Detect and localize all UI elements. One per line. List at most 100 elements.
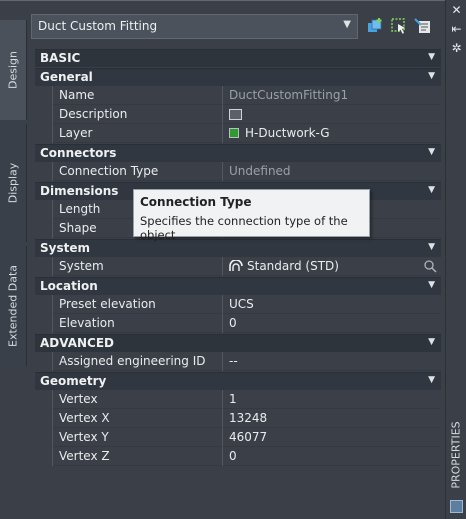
property-value-description[interactable] [222, 105, 441, 124]
row-gutter [35, 162, 52, 181]
property-row-connection-type: Connection Type Undefined [35, 162, 441, 181]
chevron-down-icon: ▼ [343, 19, 351, 30]
category-advanced-label: ADVANCED [40, 336, 115, 350]
category-location-label: Location [40, 279, 98, 293]
property-label: System [52, 257, 222, 276]
category-connectors[interactable]: Connectors ▼ [35, 144, 441, 162]
row-gutter [35, 295, 52, 314]
palette-top-border [0, 0, 466, 1]
search-icon[interactable] [423, 259, 437, 273]
property-value-vertex-z[interactable]: 0 [222, 447, 441, 466]
object-type-dropdown[interactable]: Duct Custom Fitting ▼ [31, 14, 358, 39]
property-label: Assigned engineering ID [52, 352, 222, 371]
connection-type-tooltip: Connection Type Specifies the connection… [133, 189, 370, 242]
category-basic-label: BASIC [40, 51, 81, 65]
tooltip-description: Specifies the connection type of the obj… [140, 214, 348, 242]
property-label: Layer [52, 124, 222, 143]
chevron-down-icon: ▼ [428, 71, 435, 81]
category-general[interactable]: General ▼ [35, 68, 441, 86]
palette-icon[interactable] [450, 500, 463, 513]
field-icon[interactable] [229, 109, 242, 120]
property-row-engineering-id: Assigned engineering ID -- [35, 352, 441, 371]
property-row-elevation: Elevation 0 [35, 314, 441, 333]
property-value-vertex[interactable]: 1 [222, 390, 441, 409]
property-label: Vertex X [52, 409, 222, 428]
property-label: Elevation [52, 314, 222, 333]
properties-palette: Design Display Extended Data Duct Custom… [0, 0, 466, 519]
category-general-label: General [40, 70, 93, 84]
category-advanced[interactable]: ADVANCED ▼ [35, 334, 441, 352]
category-connectors-label: Connectors [40, 146, 117, 160]
chevron-down-icon: ▼ [428, 52, 435, 62]
property-label: Vertex [52, 390, 222, 409]
category-system-label: System [40, 241, 90, 255]
row-gutter [35, 447, 52, 466]
property-row-system: System Standard (STD) [35, 257, 441, 276]
system-value-text: Standard (STD) [247, 259, 339, 273]
tooltip-title: Connection Type [140, 195, 252, 209]
chevron-down-icon: ▼ [428, 375, 435, 385]
property-label: Vertex Z [52, 447, 222, 466]
category-basic[interactable]: BASIC ▼ [35, 49, 441, 67]
property-value-connection-type[interactable]: Undefined [222, 162, 441, 181]
row-gutter [35, 105, 52, 124]
palette-title: PROPERTIES [449, 421, 463, 489]
tab-display-label: Display [6, 162, 20, 204]
property-grid: BASIC ▼ General ▼ Name DuctCustomFitting… [35, 48, 441, 466]
layer-value-text: H-Ductwork-G [245, 126, 330, 140]
palette-title-bar[interactable]: ✕ ⇤ ✲ PROPERTIES [445, 0, 466, 519]
chevron-down-icon: ▼ [428, 337, 435, 347]
row-gutter [35, 200, 52, 219]
property-row-preset-elevation: Preset elevation UCS [35, 295, 441, 314]
property-label: Description [52, 105, 222, 124]
add-style-icon[interactable] [366, 17, 384, 35]
property-row-name: Name DuctCustomFitting1 [35, 86, 441, 105]
category-geometry[interactable]: Geometry ▼ [35, 372, 441, 390]
property-label: Connection Type [52, 162, 222, 181]
property-value-preset-elevation[interactable]: UCS [222, 295, 441, 314]
property-value-name[interactable]: DuctCustomFitting1 [222, 86, 441, 105]
category-dimensions-label: Dimensions [40, 184, 119, 198]
property-row-vertex-y: Vertex Y 46077 [35, 428, 441, 447]
row-gutter [35, 352, 52, 371]
row-gutter [35, 257, 52, 276]
tab-extended-data-label: Extended Data [6, 264, 20, 348]
system-icon [229, 260, 243, 271]
property-value-vertex-y[interactable]: 46077 [222, 428, 441, 447]
settings-icon[interactable]: ✲ [450, 42, 463, 55]
row-gutter [35, 219, 52, 238]
auto-hide-icon[interactable]: ⇤ [450, 23, 463, 36]
property-value-engineering-id[interactable]: -- [222, 352, 441, 371]
chevron-down-icon: ▼ [428, 185, 435, 195]
property-row-vertex-x: Vertex X 13248 [35, 409, 441, 428]
property-label: Preset elevation [52, 295, 222, 314]
edit-style-icon[interactable] [414, 17, 432, 35]
property-value-layer[interactable]: H-Ductwork-G [222, 124, 441, 143]
tab-design[interactable]: Design [0, 20, 27, 120]
row-gutter [35, 409, 52, 428]
tab-design-label: Design [6, 51, 20, 89]
tab-extended-data[interactable]: Extended Data [0, 246, 27, 366]
property-value-vertex-x[interactable]: 13248 [222, 409, 441, 428]
property-label: Name [52, 86, 222, 105]
row-gutter [35, 428, 52, 447]
close-icon[interactable]: ✕ [450, 4, 463, 17]
row-gutter [35, 86, 52, 105]
layer-color-swatch [229, 128, 239, 138]
property-value-elevation[interactable]: 0 [222, 314, 441, 333]
category-geometry-label: Geometry [40, 374, 107, 388]
row-gutter [35, 314, 52, 333]
row-gutter [35, 124, 52, 143]
category-location[interactable]: Location ▼ [35, 277, 441, 295]
chevron-down-icon: ▼ [428, 147, 435, 157]
chevron-down-icon: ▼ [428, 242, 435, 252]
properties-panel: Duct Custom Fitting ▼ BASIC ▼ General ▼ … [27, 8, 445, 516]
property-value-system[interactable]: Standard (STD) [222, 257, 441, 276]
property-row-vertex: Vertex 1 [35, 390, 441, 409]
property-row-layer: Layer H-Ductwork-G [35, 124, 441, 143]
tab-display[interactable]: Display [0, 124, 27, 242]
select-objects-icon[interactable] [390, 17, 408, 35]
object-type-value: Duct Custom Fitting [38, 19, 158, 33]
chevron-down-icon: ▼ [428, 280, 435, 290]
header-row: Duct Custom Fitting ▼ [27, 14, 445, 42]
